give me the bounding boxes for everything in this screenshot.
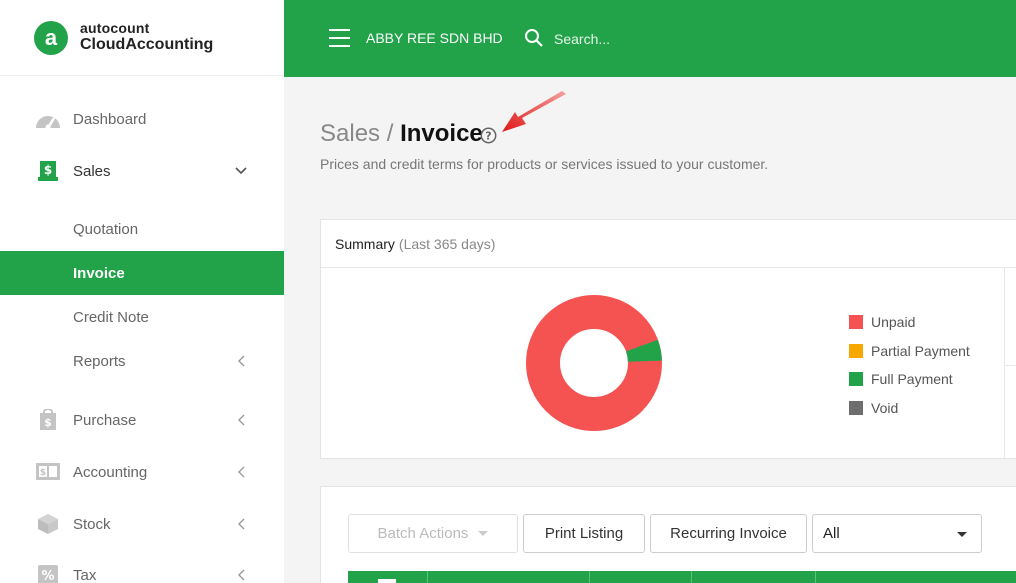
top-bar: ABBY REE SDN BHD bbox=[284, 0, 1016, 77]
sidebar-item-quotation[interactable]: Quotation bbox=[0, 207, 284, 251]
legend-label: Partial Payment bbox=[871, 342, 970, 359]
batch-actions-button[interactable]: Batch Actions bbox=[348, 514, 518, 553]
legend-item-void[interactable]: Void bbox=[849, 394, 970, 423]
summary-title: Summary bbox=[335, 235, 395, 252]
sidebar-item-credit-note[interactable]: Credit Note bbox=[0, 295, 284, 339]
sidebar-item-label: Accounting bbox=[73, 463, 148, 481]
chevron-left-icon bbox=[234, 465, 248, 479]
legend-swatch bbox=[849, 315, 863, 330]
status-filter-select[interactable]: All bbox=[812, 514, 982, 553]
column-separator bbox=[815, 571, 816, 583]
legend-swatch bbox=[849, 343, 863, 358]
sidebar-item-tax[interactable]: % Tax bbox=[0, 553, 284, 583]
column-separator bbox=[691, 571, 692, 583]
invoice-table-header bbox=[348, 571, 1016, 583]
sidebar-item-label: Tax bbox=[73, 566, 97, 583]
sidebar-item-label: Credit Note bbox=[73, 308, 149, 326]
legend-item-partial-payment[interactable]: Partial Payment bbox=[849, 337, 970, 366]
stock-box-icon bbox=[35, 513, 61, 535]
summary-card: Summary (Last 365 days) Unpaid Partial P… bbox=[320, 219, 1016, 460]
column-separator bbox=[427, 571, 428, 583]
search-input[interactable] bbox=[554, 26, 754, 52]
recurring-invoice-button[interactable]: Recurring Invoice bbox=[650, 514, 807, 553]
accounting-book-icon: $ bbox=[35, 461, 61, 483]
breadcrumb: Sales / Invoice bbox=[320, 120, 483, 148]
purchase-bag-icon: $ bbox=[35, 409, 61, 431]
dashboard-gauge-icon bbox=[35, 108, 61, 130]
legend-label: Unpaid bbox=[871, 314, 916, 331]
sidebar-item-label: Quotation bbox=[73, 220, 139, 238]
donut-slice-unpaid bbox=[526, 295, 662, 431]
company-name[interactable]: ABBY REE SDN BHD bbox=[366, 30, 503, 46]
caret-down-icon bbox=[478, 531, 489, 536]
page-title: Invoice bbox=[400, 120, 483, 147]
tax-percent-icon: % bbox=[35, 564, 61, 583]
sidebar-item-purchase[interactable]: $ Purchase bbox=[0, 398, 284, 442]
svg-text:?: ? bbox=[485, 130, 491, 143]
sidebar-item-label: Reports bbox=[73, 352, 126, 370]
legend-label: Void bbox=[871, 399, 899, 416]
menu-toggle-icon[interactable] bbox=[329, 29, 350, 47]
sidebar-item-label: Sales bbox=[73, 162, 111, 180]
svg-text:$: $ bbox=[40, 468, 46, 478]
svg-text:$: $ bbox=[44, 416, 52, 429]
brand[interactable]: a autocount CloudAccounting bbox=[0, 0, 284, 76]
chevron-left-icon bbox=[234, 517, 248, 531]
summary-divider bbox=[1004, 365, 1016, 366]
search-icon[interactable] bbox=[524, 28, 544, 53]
sidebar-item-reports[interactable]: Reports bbox=[0, 339, 284, 383]
select-all-checkbox[interactable] bbox=[378, 579, 396, 583]
brand-top-text: autocount bbox=[80, 20, 150, 36]
batch-actions-label: Batch Actions bbox=[377, 525, 469, 542]
brand-logo-icon: a bbox=[34, 20, 68, 55]
svg-text:$: $ bbox=[44, 163, 52, 177]
sidebar: a autocount CloudAccounting Dashboard $ … bbox=[0, 0, 284, 583]
page-subtitle: Prices and credit terms for products or … bbox=[320, 156, 769, 172]
status-filter-value: All bbox=[823, 525, 840, 542]
summary-divider bbox=[1004, 268, 1005, 460]
chevron-down-icon bbox=[234, 164, 248, 178]
sales-receipt-icon: $ bbox=[35, 160, 61, 182]
legend-item-full-payment[interactable]: Full Payment bbox=[849, 365, 970, 394]
legend-label: Full Payment bbox=[871, 371, 953, 388]
sidebar-item-invoice[interactable]: Invoice bbox=[0, 251, 284, 295]
caret-down-icon bbox=[957, 532, 967, 537]
summary-legend: Unpaid Partial Payment Full Payment Void bbox=[849, 308, 970, 422]
invoice-status-donut bbox=[526, 295, 662, 431]
svg-text:%: % bbox=[41, 569, 54, 583]
sidebar-item-label: Purchase bbox=[73, 411, 137, 429]
sidebar-item-accounting[interactable]: $ Accounting bbox=[0, 450, 284, 494]
print-listing-button[interactable]: Print Listing bbox=[523, 514, 645, 553]
legend-item-unpaid[interactable]: Unpaid bbox=[849, 308, 970, 337]
help-icon[interactable]: ? bbox=[480, 127, 497, 149]
sidebar-item-label: Stock bbox=[73, 515, 111, 533]
summary-header: Summary (Last 365 days) bbox=[321, 220, 1016, 268]
legend-swatch bbox=[849, 400, 863, 415]
sidebar-item-label: Invoice bbox=[73, 264, 125, 282]
chevron-left-icon bbox=[234, 413, 248, 427]
sidebar-item-label: Dashboard bbox=[73, 110, 147, 128]
brand-bottom-text: CloudAccounting bbox=[80, 36, 214, 54]
chevron-left-icon bbox=[234, 354, 248, 368]
legend-swatch bbox=[849, 372, 863, 387]
sidebar-item-dashboard[interactable]: Dashboard bbox=[0, 97, 284, 141]
summary-range: (Last 365 days) bbox=[398, 235, 496, 252]
sidebar-item-stock[interactable]: Stock bbox=[0, 502, 284, 546]
chevron-left-icon bbox=[234, 568, 248, 582]
annotation-arrow-icon bbox=[500, 90, 570, 143]
breadcrumb-parent[interactable]: Sales bbox=[320, 120, 380, 147]
sidebar-item-sales[interactable]: $ Sales bbox=[0, 149, 284, 193]
column-separator bbox=[589, 571, 590, 583]
breadcrumb-separator: / bbox=[386, 120, 394, 147]
